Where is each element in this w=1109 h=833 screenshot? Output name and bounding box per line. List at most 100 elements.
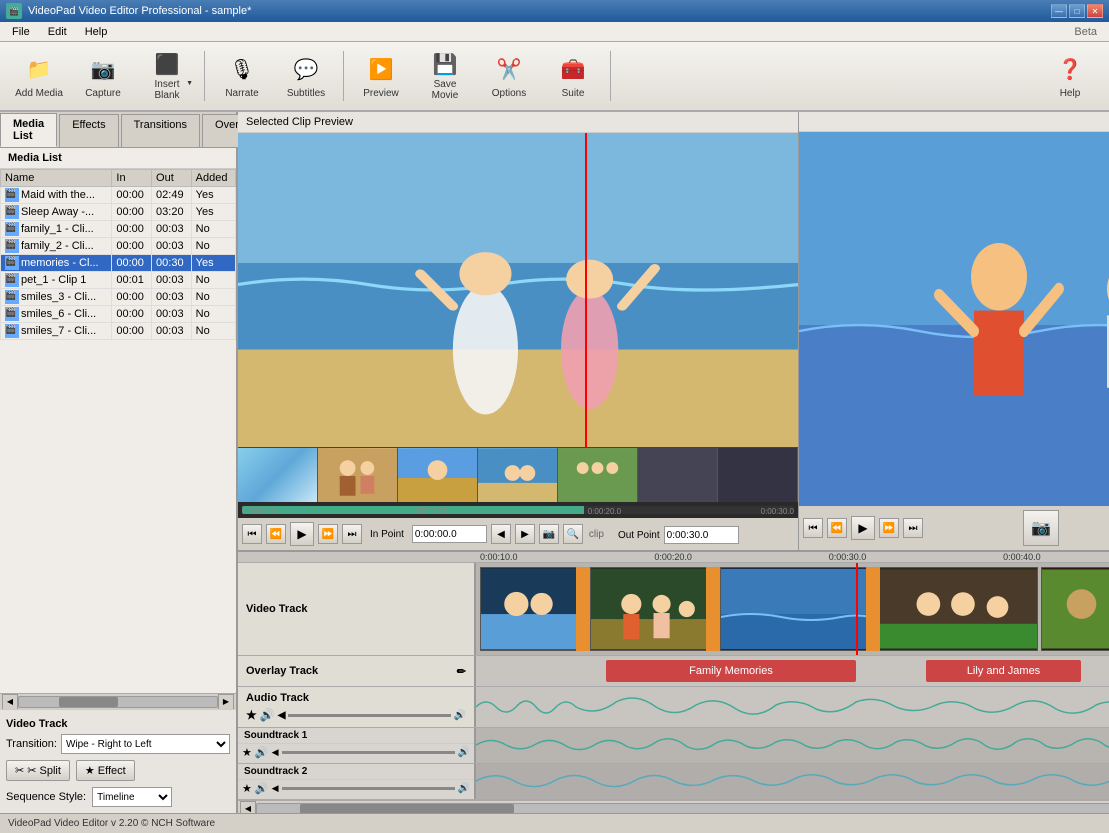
s1-star-icon[interactable]: ★: [242, 746, 252, 759]
menu-file[interactable]: File: [4, 24, 38, 40]
timeline-clip-4[interactable]: [878, 567, 1038, 651]
s2-speaker-icon[interactable]: 🔊: [255, 782, 269, 795]
suite-button[interactable]: 🧰 Suite: [542, 46, 604, 106]
clip-controls: ⏮ ⏪ ▶ ⏩ ⏭ In Point ◀ ▶ 📷 🔍 clip Out Poin…: [238, 518, 798, 550]
go-end-button[interactable]: ⏭: [342, 524, 362, 544]
seq-rewind-button[interactable]: ⏪: [827, 518, 847, 538]
s2-volume-slider[interactable]: [282, 787, 455, 790]
timeline-clip-5[interactable]: [1041, 567, 1109, 651]
seq-go-start-button[interactable]: ⏮: [803, 518, 823, 538]
seq-go-end-button[interactable]: ⏭: [903, 518, 923, 538]
film-frame-4[interactable]: [478, 448, 558, 502]
s2-prev-icon[interactable]: ◀: [272, 783, 279, 794]
menu-help[interactable]: Help: [77, 24, 116, 40]
effect-button[interactable]: ★ Effect: [76, 760, 135, 781]
film-frame-3[interactable]: [398, 448, 478, 502]
timeline-scrollbar-thumb[interactable]: [300, 804, 514, 814]
go-start-button[interactable]: ⏮: [242, 524, 262, 544]
col-added[interactable]: Added: [191, 170, 235, 187]
scrollbar-thumb[interactable]: [59, 697, 118, 707]
media-list-item[interactable]: 🎬smiles_6 - Cli... 00:00 00:03 No: [1, 306, 236, 323]
timeline-clip-3[interactable]: [720, 567, 872, 651]
minimize-button[interactable]: —: [1051, 4, 1067, 18]
subtitles-button[interactable]: 💬 Subtitles: [275, 46, 337, 106]
add-media-button[interactable]: 📁 Add Media: [8, 46, 70, 106]
film-frame-1[interactable]: [238, 448, 318, 502]
tab-media-list[interactable]: Media List: [0, 113, 57, 147]
forward-button[interactable]: ⏩: [318, 524, 338, 544]
seq-forward-button[interactable]: ⏩: [879, 518, 899, 538]
zoom-in-clip-button[interactable]: 🔍: [563, 524, 583, 544]
media-list-item[interactable]: 🎬smiles_3 - Cli... 00:00 00:03 No: [1, 289, 236, 306]
media-list-item[interactable]: 🎬memories - Cl... 00:00 00:30 Yes: [1, 255, 236, 272]
transition-label: Transition:: [6, 738, 57, 750]
clip-2-thumbnail: [591, 568, 712, 650]
col-in[interactable]: In: [112, 170, 152, 187]
media-list-item[interactable]: 🎬family_2 - Cli... 00:00 00:03 No: [1, 238, 236, 255]
tab-effects[interactable]: Effects: [59, 114, 118, 147]
soundtrack-1-content[interactable]: [476, 728, 1109, 763]
s2-star-icon[interactable]: ★: [242, 782, 252, 795]
audio-star-icon[interactable]: ★: [246, 708, 257, 722]
audio-volume-slider[interactable]: [288, 714, 450, 717]
help-button[interactable]: ❓ Help: [1039, 46, 1101, 106]
media-list-item[interactable]: 🎬Sleep Away -... 00:00 03:20 Yes: [1, 204, 236, 221]
col-out[interactable]: Out: [152, 170, 192, 187]
s1-prev-icon[interactable]: ◀: [272, 747, 279, 758]
media-list-item[interactable]: 🎬family_1 - Cli... 00:00 00:03 No: [1, 221, 236, 238]
audio-track-content[interactable]: [476, 687, 1109, 727]
set-out-point-button[interactable]: ▶: [515, 524, 535, 544]
insert-blank-button[interactable]: ⬛ Insert Blank: [136, 46, 198, 106]
rewind-button[interactable]: ⏪: [266, 524, 286, 544]
film-frame-5[interactable]: [558, 448, 638, 502]
col-name[interactable]: Name: [1, 170, 112, 187]
narrate-button[interactable]: 🎙 Narrate: [211, 46, 273, 106]
film-frame-7[interactable]: [718, 448, 798, 502]
in-point-input[interactable]: [412, 525, 487, 543]
media-list-item[interactable]: 🎬pet_1 - Clip 1 00:01 00:03 No: [1, 272, 236, 289]
media-list-item[interactable]: 🎬Maid with the... 00:00 02:49 Yes: [1, 187, 236, 204]
media-list-item[interactable]: 🎬smiles_7 - Cli... 00:00 00:03 No: [1, 323, 236, 340]
tab-transitions[interactable]: Transitions: [121, 114, 200, 147]
snapshot-seq-button[interactable]: 📷: [1023, 510, 1059, 546]
overlay-track-content[interactable]: Family Memories Lily and James: [476, 656, 1109, 686]
s1-volume-slider[interactable]: [282, 751, 455, 754]
timeline-playhead: [856, 563, 858, 655]
seq-play-button[interactable]: ▶: [851, 516, 875, 540]
film-frame-6[interactable]: [638, 448, 718, 502]
preview-button[interactable]: ▶️ Preview: [350, 46, 412, 106]
out-point-input[interactable]: [664, 526, 739, 544]
overlay-clip-lily-james[interactable]: Lily and James: [926, 660, 1081, 682]
timeline-clip-1[interactable]: [480, 567, 583, 651]
soundtrack-2-content[interactable]: [476, 764, 1109, 799]
horizontal-scrollbar[interactable]: [18, 696, 218, 708]
overlay-clip-family-memories[interactable]: Family Memories: [606, 660, 856, 682]
audio-prev-icon[interactable]: ◀: [278, 710, 286, 721]
edit-overlay-icon[interactable]: ✏: [457, 665, 466, 678]
audio-speaker-icon[interactable]: 🔊: [260, 708, 275, 722]
video-track-content[interactable]: [476, 563, 1109, 655]
capture-button[interactable]: 📷 Capture: [72, 46, 134, 106]
set-in-point-button[interactable]: ◀: [491, 524, 511, 544]
timeline-clip-2[interactable]: [590, 567, 713, 651]
edit-buttons-row: ✂ ✂ Split ★ Effect: [6, 760, 230, 781]
menu-edit[interactable]: Edit: [40, 24, 75, 40]
split-button[interactable]: ✂ ✂ Split: [6, 760, 70, 781]
close-button[interactable]: ✕: [1087, 4, 1103, 18]
effect-label: Effect: [98, 765, 126, 777]
media-table[interactable]: Name In Out Added 🎬Maid with the... 00:0…: [0, 169, 236, 693]
s1-speaker-icon[interactable]: 🔊: [255, 746, 269, 759]
left-scrollbar[interactable]: ◀ ▶: [0, 693, 236, 709]
snapshot-button[interactable]: 📷: [539, 524, 559, 544]
scroll-right-button[interactable]: ▶: [218, 694, 234, 710]
save-movie-button[interactable]: 💾 Save Movie: [414, 46, 476, 106]
film-frame-2[interactable]: [318, 448, 398, 502]
timeline-scroll-left[interactable]: ◀: [240, 801, 256, 814]
scroll-left-button[interactable]: ◀: [2, 694, 18, 710]
sequence-style-select[interactable]: Timeline Storyboard: [92, 787, 172, 807]
maximize-button[interactable]: □: [1069, 4, 1085, 18]
timeline-h-scrollbar[interactable]: [256, 803, 1109, 814]
play-button[interactable]: ▶: [290, 522, 314, 546]
options-button[interactable]: ✂️ Options: [478, 46, 540, 106]
transition-select[interactable]: Wipe - Right to Left Fade Dissolve Zoom: [61, 734, 230, 754]
